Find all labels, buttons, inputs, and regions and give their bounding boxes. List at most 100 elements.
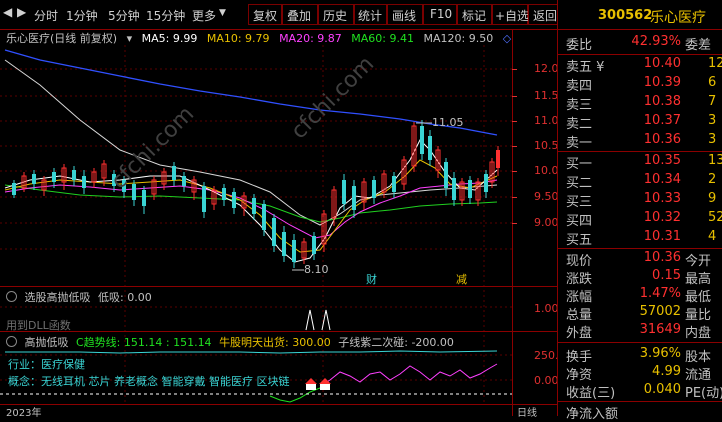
- time-axis-period: 日线: [517, 408, 537, 419]
- indicator1-title[interactable]: 选股高抛低吸: [25, 291, 91, 304]
- indicator1-value: 低吸: 0.00: [98, 291, 152, 304]
- weicha-label: 委差: [685, 38, 712, 53]
- buy-row[interactable]: 买五 10.31 4: [558, 229, 722, 248]
- sell-price: 10.36: [643, 132, 681, 147]
- sell-label: 卖一: [566, 136, 593, 151]
- net-inflow-row: 净流入额: [558, 403, 722, 422]
- lishi-button[interactable]: 历史: [323, 7, 347, 24]
- kline-title: 乐心医疗(日线 前复权): [6, 32, 118, 45]
- back-arrow-icon[interactable]: ◀: [3, 5, 12, 19]
- tab-fenshi[interactable]: 分时: [34, 7, 58, 24]
- sell-row[interactable]: 卖三 10.38 7: [558, 94, 722, 113]
- tab-1min[interactable]: 1分钟: [66, 7, 98, 24]
- sell-volume: 3: [708, 132, 717, 147]
- settings-diamond-icon[interactable]: ◇: [503, 32, 511, 45]
- indicator2-header: 高抛低吸 C趋势线: 151.14 : 151.14 牛股明天出货: 300.0…: [6, 334, 454, 350]
- stat-label: PE(动): [685, 386, 722, 401]
- stat-row: 总量 57002 量比: [558, 304, 722, 323]
- stat-label: 量比: [685, 308, 712, 323]
- tab-more[interactable]: 更多: [192, 7, 216, 24]
- indicator1-axis-label: 1.00: [534, 302, 559, 315]
- indicator1-footer: 用到DLL函数: [6, 319, 71, 332]
- ma5-label: MA5: 9.99: [141, 32, 198, 45]
- ma-dropdown-icon[interactable]: ▾: [127, 32, 133, 45]
- close-icon[interactable]: [6, 336, 17, 347]
- sell-row[interactable]: 卖二 10.37 3: [558, 113, 722, 132]
- close-icon[interactable]: [6, 291, 17, 302]
- huaxian-button[interactable]: 画线: [392, 7, 416, 24]
- stock-code: 300562: [598, 8, 653, 23]
- stat-label: 总量: [566, 308, 593, 323]
- high-price-label: 11.05: [432, 116, 464, 129]
- stat-label: 今开: [685, 254, 712, 269]
- tab-5min[interactable]: 5分钟: [108, 7, 140, 24]
- sell-row[interactable]: 卖一 10.36 3: [558, 132, 722, 151]
- sell-row[interactable]: 卖四 10.39 6: [558, 75, 722, 94]
- indicator1-header: 选股高抛低吸 低吸: 0.00: [6, 289, 152, 305]
- buy-label: 买二: [566, 176, 593, 191]
- stat-value: 0.15: [652, 268, 681, 283]
- sell-label: 卖四: [566, 79, 593, 94]
- stat-value: 57002: [639, 304, 681, 319]
- buy-label: 买三: [566, 195, 593, 210]
- buy-price: 10.31: [643, 229, 681, 244]
- buy-label: 买一: [566, 157, 593, 172]
- stat-row: 涨跌 0.15 最高: [558, 268, 722, 287]
- biaoji-button[interactable]: 标记: [462, 7, 486, 24]
- stat-value: 3.96%: [639, 346, 681, 361]
- sell-row[interactable]: 卖五 ¥ 10.40 12: [558, 56, 722, 75]
- finance-marker[interactable]: 财: [366, 271, 377, 287]
- stat-label: 现价: [566, 254, 593, 269]
- stat-label: 内盘: [685, 326, 712, 341]
- buy-price: 10.33: [643, 191, 681, 206]
- tongji-button[interactable]: 统计: [358, 7, 382, 24]
- stat-label: 最低: [685, 290, 712, 305]
- stat-value: 10.36: [643, 250, 681, 265]
- stat-label: 股本: [685, 350, 712, 365]
- sell-label: 卖五 ¥: [566, 60, 605, 75]
- house-icon: [305, 378, 331, 390]
- stat-row: 涨幅 1.47% 最低: [558, 286, 722, 305]
- buy-price: 10.34: [643, 172, 681, 187]
- buy-row[interactable]: 买三 10.33 9: [558, 191, 722, 210]
- sell-price: 10.39: [643, 75, 681, 90]
- stat-label: 涨幅: [566, 290, 593, 305]
- buy-row[interactable]: 买二 10.34 2: [558, 172, 722, 191]
- stat-label: 净资: [566, 368, 593, 383]
- bull-value: 牛股明天出货: 300.00: [219, 336, 331, 349]
- back-button[interactable]: 返回: [533, 7, 557, 24]
- stat-row: 收益(三) 0.040 PE(动): [558, 382, 722, 401]
- ma120-label: MA120: 9.50: [423, 32, 494, 45]
- sell-volume: 3: [708, 113, 717, 128]
- stat-value: 0.040: [643, 382, 681, 397]
- buy-price: 10.32: [643, 210, 681, 225]
- stat-label: 流通: [685, 368, 712, 383]
- sell-price: 10.37: [643, 113, 681, 128]
- tab-15min[interactable]: 15分钟: [146, 7, 185, 24]
- diejia-button[interactable]: 叠加: [287, 7, 311, 24]
- net-inflow-label: 净流入额: [566, 407, 619, 422]
- sell-label: 卖三: [566, 98, 593, 113]
- f10-button[interactable]: F10: [430, 7, 452, 21]
- stat-value: 4.99: [652, 364, 681, 379]
- buy-volume: 9: [708, 191, 717, 206]
- stock-name: 乐心医疗: [650, 10, 706, 26]
- weibi-label: 委比: [566, 38, 593, 53]
- forward-arrow-icon[interactable]: ▶: [17, 5, 26, 19]
- low-price-label: 8.10: [304, 263, 329, 276]
- stat-row: 换手 3.96% 股本: [558, 346, 722, 365]
- concept-label: 概念：无线耳机 芯片 养老概念 智能穿戴 智能医疗 区块链: [8, 375, 290, 388]
- chevron-down-icon[interactable]: ▼: [219, 8, 226, 18]
- add-watchlist-button[interactable]: +自选: [495, 7, 529, 24]
- stat-value: 31649: [639, 322, 681, 337]
- reduce-marker[interactable]: 减: [456, 271, 467, 287]
- axis-label: 9.50: [534, 190, 559, 203]
- buy-volume: 13: [708, 153, 722, 168]
- buy-row[interactable]: 买一 10.35 13: [558, 153, 722, 172]
- weibi-row: 委比 42.93% 委差: [558, 34, 722, 53]
- time-axis-year: 2023年: [6, 408, 42, 419]
- indicator2-title[interactable]: 高抛低吸: [25, 336, 69, 349]
- fuquan-button[interactable]: 复权: [253, 7, 277, 24]
- stat-value: 1.47%: [639, 286, 681, 301]
- buy-row[interactable]: 买四 10.32 52: [558, 210, 722, 229]
